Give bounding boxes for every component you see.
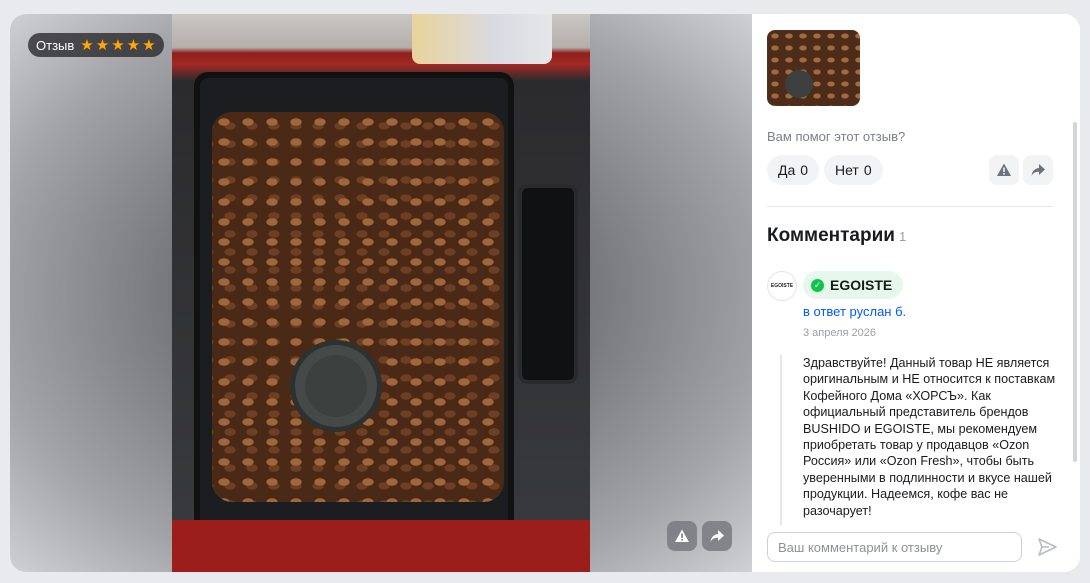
share-icon (710, 530, 724, 542)
photo-bottles (412, 14, 552, 64)
review-modal: Отзыв ★ ★ ★ ★ ★ Вам помог этот отзыв? Да… (10, 14, 1080, 572)
reply-to-link[interactable]: в ответ руслан б. (803, 304, 906, 319)
no-count: 0 (863, 162, 872, 178)
send-icon (1038, 538, 1057, 556)
seller-name-badge[interactable]: ✓ EGOISTE (803, 271, 904, 299)
review-side-panel: Вам помог этот отзыв? Да 0 Нет 0 Коммент… (752, 14, 1080, 572)
thumbnail-knob (785, 70, 813, 98)
warning-icon (675, 529, 689, 542)
review-rating-badge: Отзыв ★ ★ ★ ★ ★ (28, 33, 164, 57)
star-icon: ★ (142, 36, 156, 54)
star-icon: ★ (111, 36, 125, 54)
star-icon: ★ (80, 36, 94, 54)
star-icon: ★ (126, 36, 141, 54)
helpful-no-button[interactable]: Нет 0 (824, 155, 883, 185)
report-photo-button[interactable] (667, 521, 697, 551)
comment-date: 3 апреля 2026 (803, 327, 877, 339)
photo-grinder-knob (290, 340, 382, 432)
helpful-question: Вам помог этот отзыв? (767, 129, 906, 144)
badge-label: Отзыв (36, 37, 75, 53)
photo-handle (518, 184, 578, 384)
scrollbar[interactable] (1073, 122, 1077, 462)
media-viewer: Отзыв ★ ★ ★ ★ ★ (10, 14, 752, 572)
no-label: Нет (835, 162, 859, 178)
share-review-button[interactable] (1023, 155, 1053, 185)
report-review-button[interactable] (989, 155, 1019, 185)
review-photo[interactable] (172, 14, 590, 572)
comment-input[interactable] (767, 532, 1022, 562)
helpful-yes-button[interactable]: Да 0 (767, 155, 820, 185)
star-rating: ★ ★ ★ ★ ★ (80, 38, 155, 53)
comments-title: Комментарии 1 (767, 225, 906, 247)
comment-text: Здравствуйте! Данный товар НЕ является о… (780, 355, 1070, 525)
photo-coffee-beans (212, 112, 504, 502)
yes-label: Да (778, 162, 796, 178)
photo-red-base (172, 520, 590, 572)
star-icon: ★ (95, 36, 110, 54)
warning-icon (997, 163, 1011, 176)
avatar[interactable]: EGOISTE (767, 271, 797, 301)
section-divider (767, 206, 1053, 207)
share-photo-button[interactable] (702, 521, 732, 551)
send-button[interactable] (1034, 534, 1060, 560)
check-icon: ✓ (811, 278, 824, 292)
share-icon (1031, 164, 1045, 176)
comments-count: 1 (898, 229, 907, 244)
yes-count: 0 (800, 162, 809, 178)
photo-thumbnail[interactable] (767, 30, 860, 106)
comment-author: EGOISTE (830, 277, 893, 293)
comments-title-text: Комментарии (767, 225, 895, 246)
